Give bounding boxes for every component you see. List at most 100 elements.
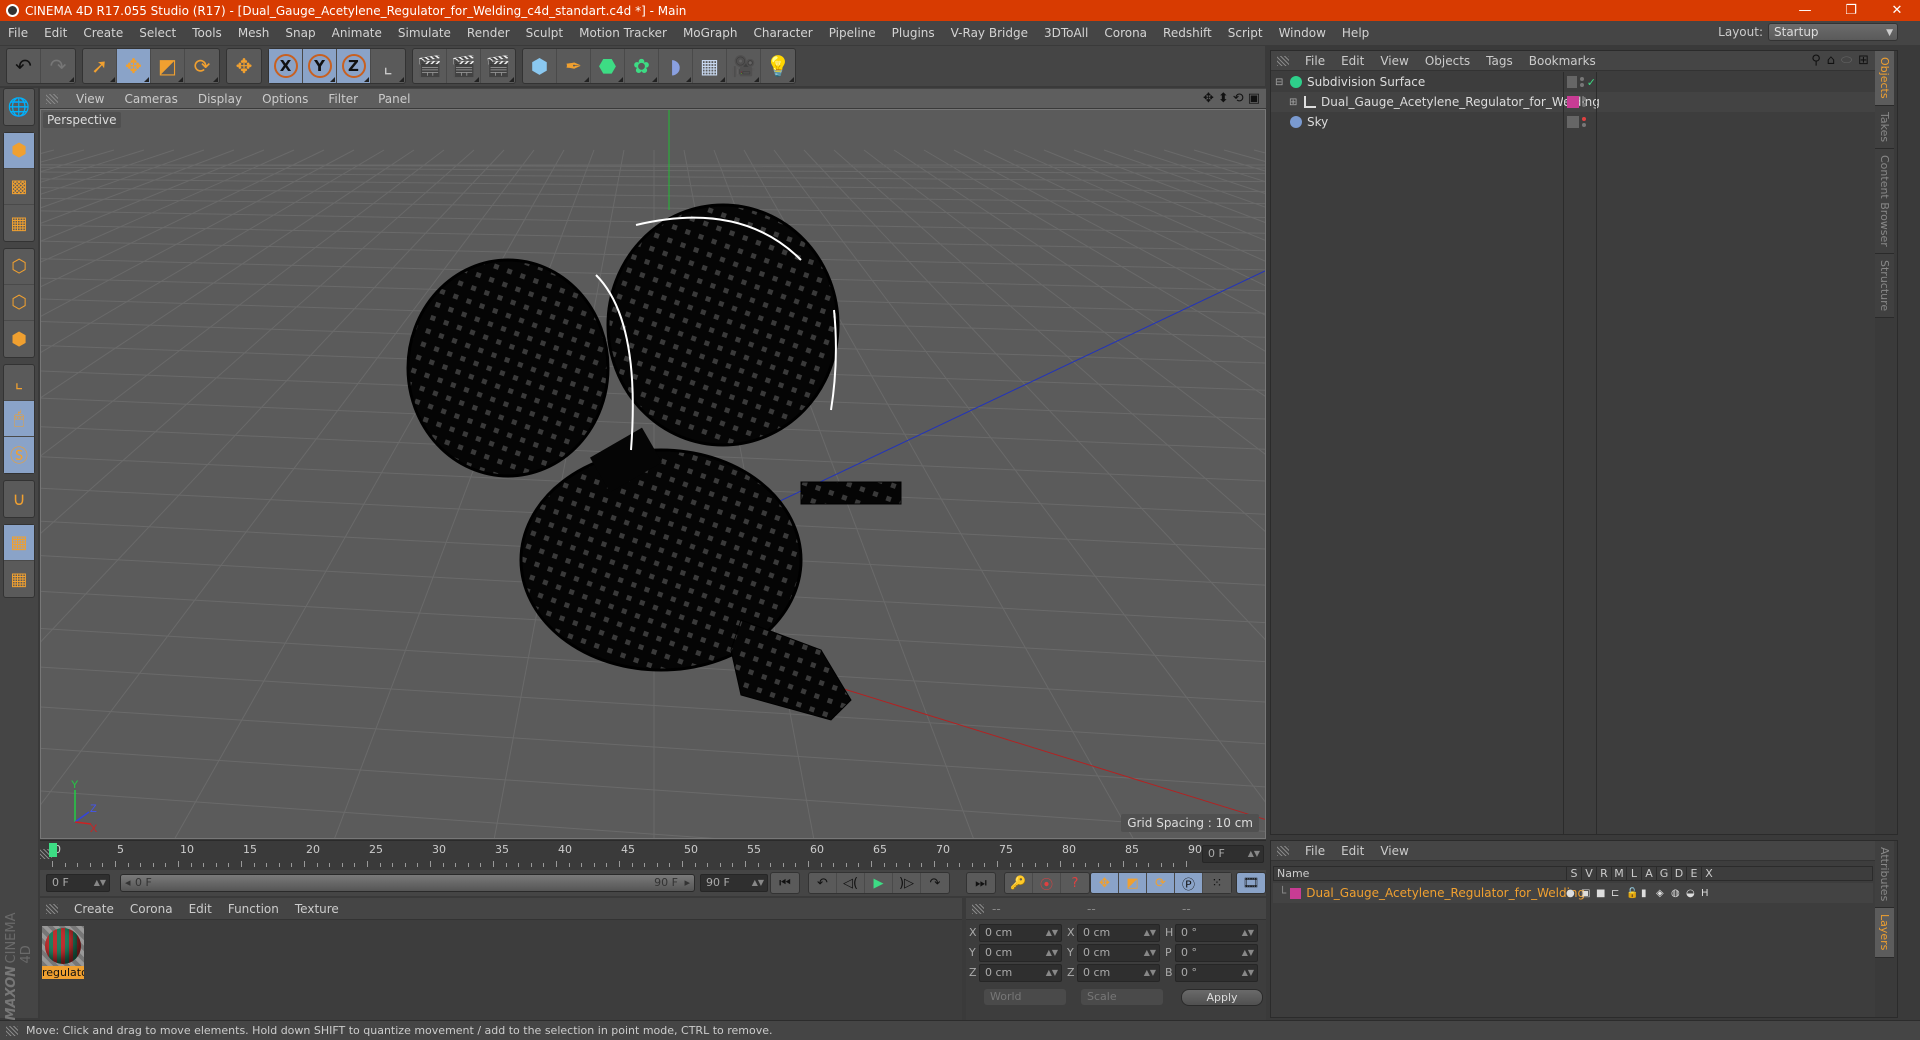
- viewport-perspective[interactable]: Y Z X Perspective Grid Spacing : 10 cm: [40, 109, 1266, 839]
- menu-plugins[interactable]: Plugins: [884, 26, 943, 40]
- pen-spline-button[interactable]: ✒: [557, 49, 591, 83]
- undo-button[interactable]: ↶: [7, 49, 41, 83]
- layer-row[interactable]: └ Dual_Gauge_Acetylene_Regulator_for_Weld…: [1273, 883, 1873, 903]
- layer-flag-v-icon[interactable]: ▣: [1581, 888, 1591, 899]
- camera-button[interactable]: 🎥: [727, 49, 761, 83]
- panel-grip-icon[interactable]: [1277, 55, 1289, 66]
- objects-menu-bookmarks[interactable]: Bookmarks: [1521, 54, 1604, 68]
- live-selection-button[interactable]: ➚: [83, 49, 117, 83]
- panel-grip-icon[interactable]: [1277, 845, 1289, 856]
- material-menu-edit[interactable]: Edit: [181, 902, 220, 916]
- regulator-model[interactable]: [406, 203, 902, 721]
- viewport-menu-options[interactable]: Options: [252, 92, 318, 106]
- coord-mode-select[interactable]: Scale: [1081, 989, 1163, 1005]
- workplane-align-button[interactable]: ▦: [4, 561, 34, 597]
- zoom-view-icon[interactable]: ⬍: [1218, 91, 1229, 106]
- layer-flag-l-icon[interactable]: 🔓: [1626, 888, 1638, 899]
- viewport-menu-display[interactable]: Display: [188, 92, 252, 106]
- menu-help[interactable]: Help: [1334, 26, 1377, 40]
- floor-button[interactable]: ▦: [693, 49, 727, 83]
- range-slider[interactable]: ◂ 0 F 90 F ▸: [120, 874, 695, 892]
- panel-grip-icon[interactable]: [46, 903, 58, 914]
- maximize-view-icon[interactable]: ▣: [1248, 91, 1260, 106]
- layers-menu-edit[interactable]: Edit: [1333, 844, 1372, 858]
- menu-pipeline[interactable]: Pipeline: [821, 26, 884, 40]
- prev-frame-button[interactable]: ◁(: [837, 873, 865, 893]
- z-axis-button[interactable]: Z: [337, 49, 371, 83]
- key-rotation-button[interactable]: ⟳: [1147, 873, 1175, 893]
- viewport-menu-panel[interactable]: Panel: [368, 92, 420, 106]
- coord-size-z-field[interactable]: 0 cm ▲▼: [1077, 964, 1160, 982]
- object-name[interactable]: Subdivision Surface: [1307, 75, 1425, 89]
- record-button[interactable]: ⦿: [1033, 873, 1061, 893]
- playhead[interactable]: [49, 843, 57, 857]
- objects-menu-view[interactable]: View: [1372, 54, 1416, 68]
- layer-flag-m-icon[interactable]: ⊏: [1611, 888, 1621, 899]
- menu-file[interactable]: File: [0, 26, 36, 40]
- render-picture-viewer-button[interactable]: 🎬: [447, 49, 481, 83]
- tweak-mode-button[interactable]: 🖱: [4, 401, 34, 437]
- menu-create[interactable]: Create: [75, 26, 131, 40]
- scale-button[interactable]: ◩: [151, 49, 185, 83]
- layer-column-e[interactable]: E: [1686, 867, 1701, 880]
- search-icon[interactable]: ⚲: [1811, 53, 1821, 68]
- current-frame-field[interactable]: 0 F ▲▼: [1202, 845, 1264, 863]
- viewport-menu-filter[interactable]: Filter: [318, 92, 368, 106]
- viewport-menu-cameras[interactable]: Cameras: [114, 92, 187, 106]
- coord-position-x-field[interactable]: 0 cm ▲▼: [979, 924, 1062, 942]
- layout-select[interactable]: Startup: [1768, 23, 1898, 41]
- object-name[interactable]: Dual_Gauge_Acetylene_Regulator_for_Weldi…: [1321, 95, 1600, 109]
- bend-deformer-button[interactable]: ◗: [659, 49, 693, 83]
- layer-column-x[interactable]: X: [1701, 867, 1716, 880]
- key-scale-button[interactable]: ◩: [1119, 873, 1147, 893]
- next-frame-button[interactable]: )▷: [893, 873, 921, 893]
- workplane-lock-button[interactable]: ▦: [4, 525, 34, 561]
- menu-v-ray-bridge[interactable]: V-Ray Bridge: [943, 26, 1036, 40]
- move-view-icon[interactable]: ✥: [1203, 91, 1214, 106]
- range-slider-left-arrow[interactable]: ◂: [125, 875, 131, 891]
- coord-position-z-field[interactable]: 0 cm ▲▼: [979, 964, 1062, 982]
- menu-mograph[interactable]: MoGraph: [675, 26, 746, 40]
- menu-tools[interactable]: Tools: [184, 26, 230, 40]
- expand-toggle-icon[interactable]: ⊟: [1275, 77, 1287, 88]
- menu-character[interactable]: Character: [745, 26, 820, 40]
- goto-end-button[interactable]: ⏭: [967, 873, 995, 893]
- timeline-ruler[interactable]: 0 5 10 15 20 25 30 35 40 45 50 55 60 65 70 75 80 85 90 0 F…: [40, 840, 1266, 868]
- end-frame-field[interactable]: 90 F ▲▼: [700, 874, 768, 892]
- key-param-button[interactable]: Ⓟ: [1175, 873, 1203, 893]
- menu-snap[interactable]: Snap: [277, 26, 323, 40]
- menu-edit[interactable]: Edit: [36, 26, 75, 40]
- move-tool-2-button[interactable]: ✥: [227, 49, 261, 83]
- layers-menu-file[interactable]: File: [1297, 844, 1333, 858]
- edges-mode-button[interactable]: ⬡: [4, 285, 34, 321]
- prev-key-button[interactable]: ↶: [809, 873, 837, 893]
- material-menu-function[interactable]: Function: [220, 902, 287, 916]
- layer-flag-a-icon[interactable]: ▮: [1641, 888, 1651, 899]
- layer-name[interactable]: Dual_Gauge_Acetylene_Regulator_for_Weldi…: [1306, 886, 1585, 900]
- edit-render-settings-button[interactable]: 🎬: [481, 49, 515, 83]
- key-position-button[interactable]: ✥: [1091, 873, 1119, 893]
- redo-button[interactable]: ↷: [41, 49, 75, 83]
- layer-color-swatch[interactable]: [1290, 887, 1302, 899]
- material-menu-create[interactable]: Create: [66, 902, 122, 916]
- rotate-view-icon[interactable]: ⟲: [1233, 91, 1244, 106]
- light-button[interactable]: 💡: [761, 49, 795, 83]
- object-name[interactable]: Sky: [1307, 115, 1328, 129]
- menu-script[interactable]: Script: [1220, 26, 1271, 40]
- menu-render[interactable]: Render: [459, 26, 518, 40]
- side-tab-layers[interactable]: Layers: [1875, 908, 1894, 958]
- x-axis-button[interactable]: X: [269, 49, 303, 83]
- coord-space-select[interactable]: World: [984, 989, 1066, 1005]
- coord-position-y-field[interactable]: 0 cm ▲▼: [979, 944, 1062, 962]
- points-mode-button[interactable]: ⬡: [4, 249, 34, 285]
- cloner-button[interactable]: ✿: [625, 49, 659, 83]
- layer-column-name[interactable]: Name: [1274, 867, 1566, 880]
- material-name[interactable]: regulato: [42, 966, 84, 979]
- eye-icon[interactable]: ⬭: [1841, 53, 1852, 68]
- autokey-button[interactable]: ?: [1061, 873, 1089, 893]
- menu-simulate[interactable]: Simulate: [390, 26, 459, 40]
- menu-animate[interactable]: Animate: [324, 26, 390, 40]
- texture-mode-button[interactable]: ▩: [4, 169, 34, 205]
- apply-button[interactable]: Apply: [1181, 989, 1263, 1006]
- layer-column-l[interactable]: L: [1626, 867, 1641, 880]
